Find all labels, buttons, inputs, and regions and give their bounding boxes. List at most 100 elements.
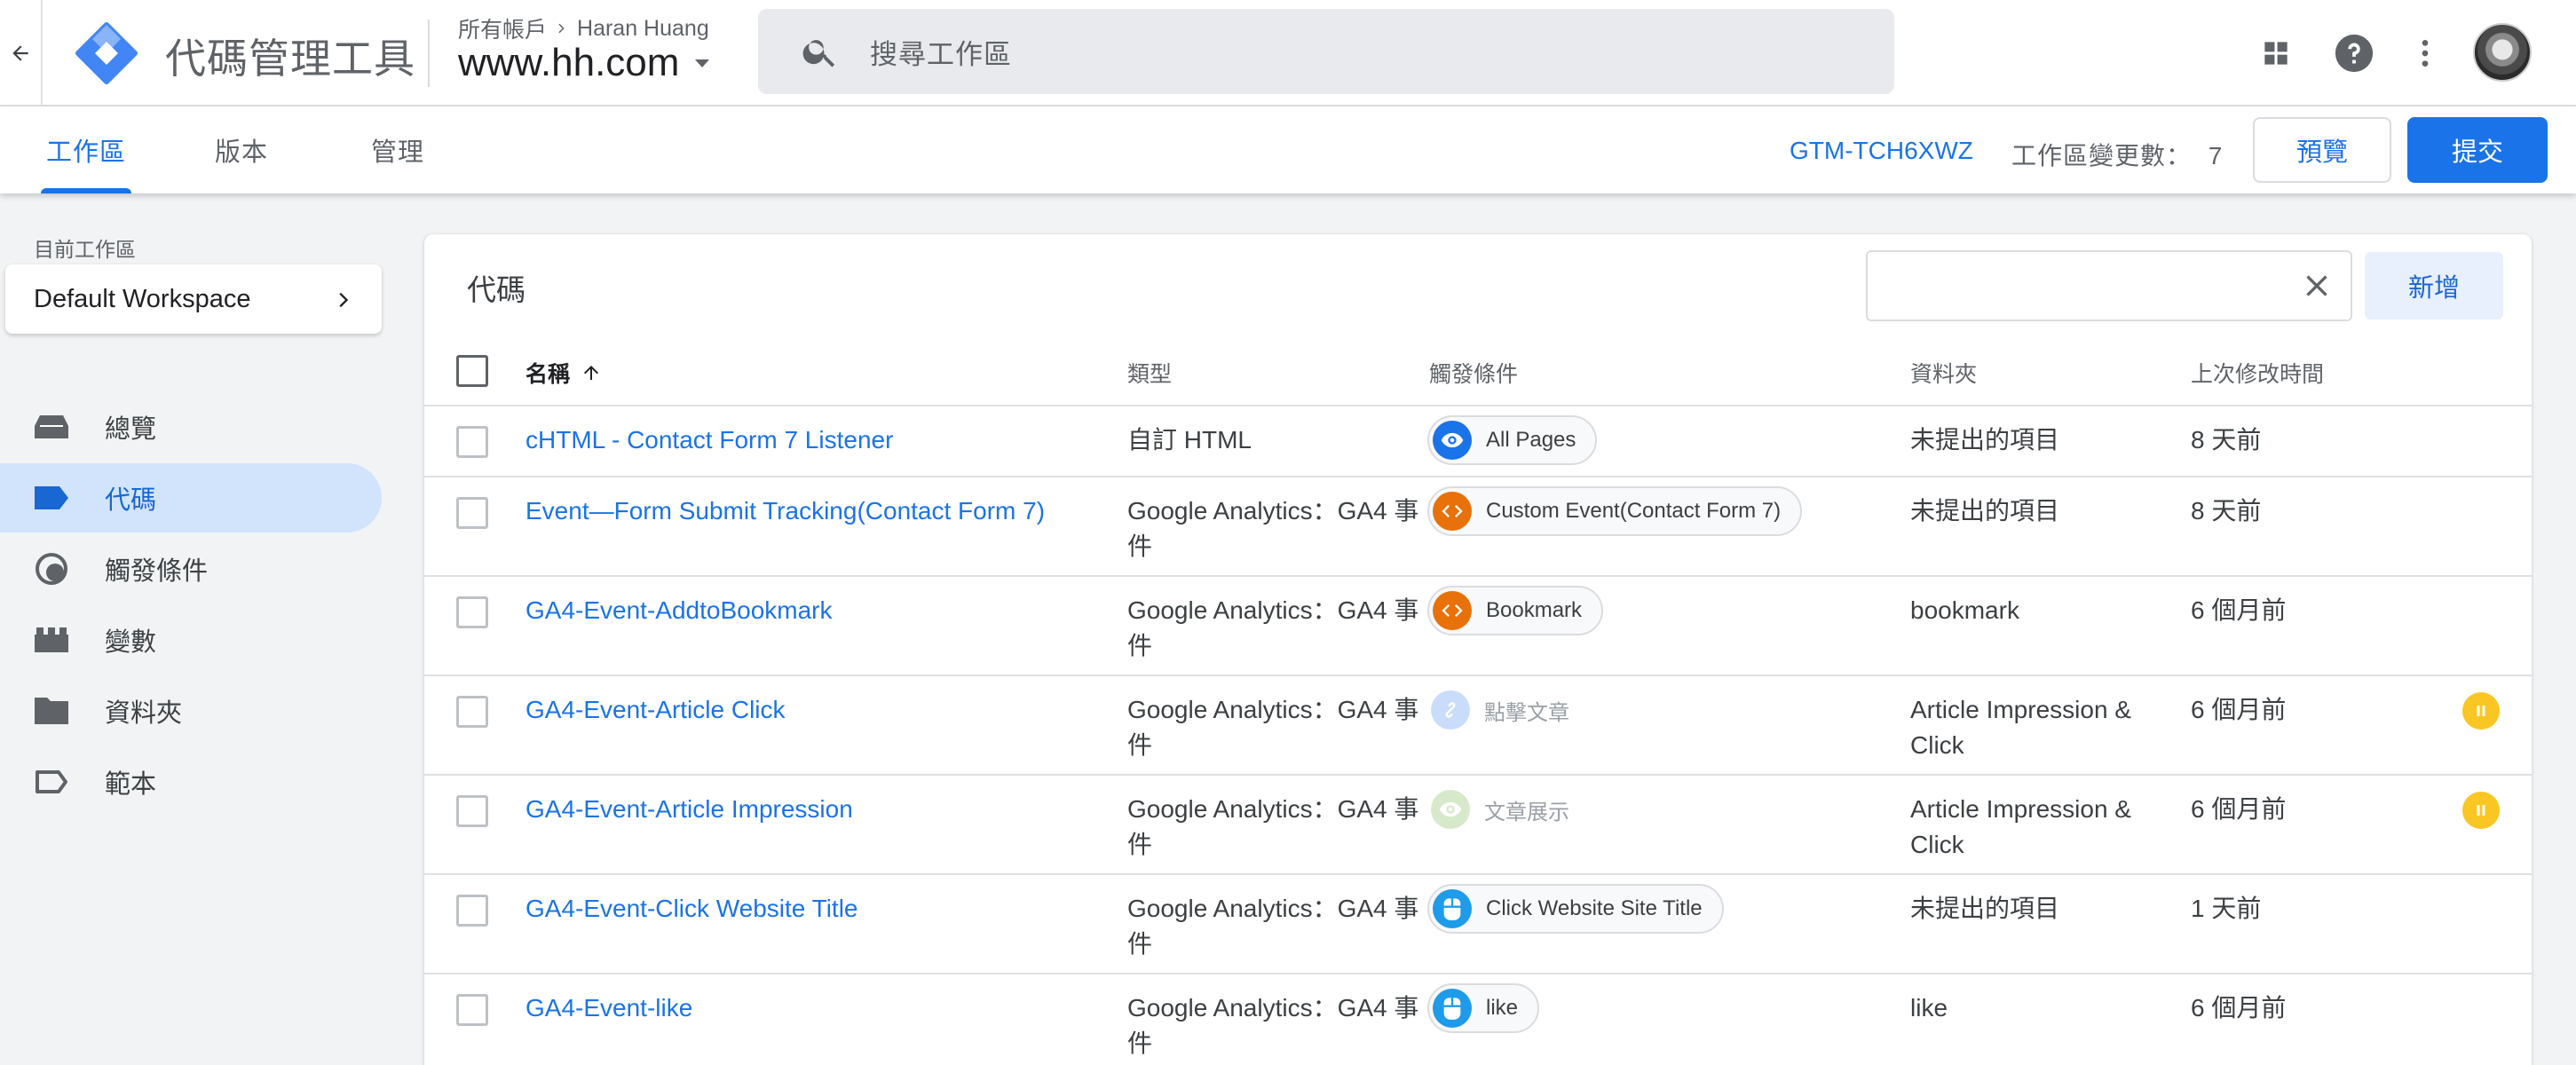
variables-icon: [34, 622, 69, 658]
tag-icon: [34, 480, 69, 516]
column-header-modified[interactable]: 上次修改時間: [2191, 357, 2324, 389]
submit-button[interactable]: 提交: [2407, 117, 2548, 183]
tag-modified: 6 個月前: [2191, 696, 2287, 723]
tag-type: Google Analytics：GA4 事件: [1127, 994, 1419, 1057]
page-title: 代碼: [467, 273, 525, 306]
overview-icon: [34, 409, 69, 445]
divider: [424, 873, 2532, 875]
trigger-chip[interactable]: 文章展示: [1427, 785, 1589, 834]
preview-button[interactable]: 預覽: [2253, 117, 2391, 183]
trigger-chip[interactable]: Custom Event(Contact Form 7): [1427, 486, 1803, 536]
back-button[interactable]: [0, 0, 43, 106]
tags-card: 代碼 新增 名稱 類型 觸發條件 資料夾 上次修改時間 cHTML - Cont…: [424, 234, 2532, 1065]
workspace-changes: 工作區變更數： 7: [2011, 137, 2223, 172]
help-button[interactable]: [2333, 32, 2375, 75]
tag-name-link[interactable]: GA4-Event-Article Click: [525, 692, 786, 728]
search-icon: [802, 40, 835, 67]
trigger-chip[interactable]: like: [1427, 983, 1540, 1033]
link-icon: [1431, 690, 1470, 730]
workspace-name: Default Workspace: [34, 284, 251, 313]
column-header-trigger[interactable]: 觸發條件: [1429, 357, 1518, 389]
paused-badge-icon: [2462, 692, 2500, 730]
more-options-button[interactable]: [2404, 32, 2446, 75]
divider: [424, 405, 2532, 406]
tab-workspace[interactable]: 工作區: [40, 106, 132, 193]
row-checkbox[interactable]: [456, 497, 488, 529]
paused-badge-icon: [2462, 792, 2500, 829]
close-icon[interactable]: [2299, 268, 2335, 304]
eye-icon: [1433, 421, 1472, 460]
workspace-selector[interactable]: Default Workspace: [5, 264, 382, 334]
tag-type: Google Analytics：GA4 事件: [1127, 895, 1419, 958]
code-icon: [1433, 591, 1472, 630]
tag-name-link[interactable]: cHTML - Contact Form 7 Listener: [525, 422, 893, 458]
app-title: 代碼管理工具: [165, 36, 415, 82]
tag-folder: 未提出的項目: [1910, 426, 2060, 454]
sidebar-item-folders[interactable]: 資料夾: [0, 676, 382, 746]
trigger-chip[interactable]: 點擊文章: [1427, 685, 1589, 735]
folder-icon: [34, 693, 69, 729]
sidebar-item-label: 總覽: [105, 415, 157, 444]
sidebar-item-triggers[interactable]: 觸發條件: [0, 534, 382, 604]
row-checkbox[interactable]: [456, 895, 488, 927]
row-checkbox[interactable]: [456, 596, 488, 628]
divider: [428, 20, 430, 87]
top-app-bar: 代碼管理工具 所有帳戶 Haran Huang www.hh.com 搜尋工作區: [0, 0, 2576, 106]
row-checkbox[interactable]: [456, 696, 488, 728]
divider: [424, 774, 2532, 776]
column-header-name[interactable]: 名稱: [525, 357, 602, 389]
sidebar-item-overview[interactable]: 總覽: [0, 392, 382, 462]
filter-input[interactable]: [1866, 250, 2352, 321]
apps-grid-icon: [2264, 42, 2288, 65]
template-icon: [34, 764, 69, 800]
sidebar-item-tags[interactable]: 代碼: [0, 463, 382, 532]
column-header-type[interactable]: 類型: [1127, 357, 1172, 389]
trigger-chip[interactable]: Click Website Site Title: [1427, 884, 1724, 934]
tag-name-link[interactable]: GA4-Event-Article Impression: [525, 792, 853, 827]
apps-button[interactable]: [2255, 32, 2297, 75]
user-avatar[interactable]: [2473, 23, 2532, 82]
row-checkbox[interactable]: [456, 795, 488, 827]
tag-modified: 8 天前: [2191, 497, 2262, 525]
container-id[interactable]: GTM-TCH6XWZ: [1790, 137, 1973, 165]
tag-folder: Article Impression & Click: [1910, 696, 2131, 759]
tab-versions[interactable]: 版本: [215, 106, 268, 193]
breadcrumb-account[interactable]: Haran Huang: [577, 16, 709, 42]
sidebar-item-label: 觸發條件: [105, 557, 209, 586]
row-checkbox[interactable]: [456, 426, 488, 458]
more-vert-icon: [2422, 40, 2429, 67]
trigger-chip[interactable]: All Pages: [1427, 415, 1598, 465]
gtm-logo-icon: [75, 22, 138, 84]
select-all-checkbox[interactable]: [456, 355, 488, 387]
arrow-upward-icon: [584, 366, 599, 380]
mouse-icon: [1433, 989, 1472, 1028]
tab-admin[interactable]: 管理: [371, 106, 424, 193]
tag-folder: like: [1910, 994, 1948, 1022]
sidebar-item-variables[interactable]: 變數: [0, 605, 382, 674]
mouse-icon: [1433, 889, 1472, 928]
trigger-chip-label: Click Website Site Title: [1486, 896, 1703, 920]
trigger-chip-label: All Pages: [1486, 428, 1576, 452]
tag-name-link[interactable]: GA4-Event-like: [525, 990, 692, 1026]
container-selector[interactable]: www.hh.com: [458, 41, 713, 85]
column-header-folder[interactable]: 資料夾: [1910, 357, 1977, 389]
sidebar-item-templates[interactable]: 範本: [0, 747, 382, 816]
tag-type: Google Analytics：GA4 事件: [1127, 596, 1419, 659]
search-bar[interactable]: 搜尋工作區: [758, 9, 1894, 94]
tag-name-link[interactable]: Event—Form Submit Tracking(Contact Form …: [525, 493, 1045, 529]
tag-modified: 6 個月前: [2191, 596, 2287, 624]
tag-modified: 6 個月前: [2191, 795, 2287, 823]
tag-name-link[interactable]: GA4-Event-AddtoBookmark: [525, 593, 833, 628]
new-tag-button[interactable]: 新增: [2365, 252, 2503, 320]
trigger-chip-label: 點擊文章: [1484, 700, 1569, 725]
row-checkbox[interactable]: [456, 994, 488, 1026]
breadcrumb[interactable]: 所有帳戶 Haran Huang: [458, 12, 709, 44]
divider: [424, 575, 2532, 577]
workspace-changes-label: 工作區變更數：: [2011, 142, 2193, 170]
breadcrumb-accounts[interactable]: 所有帳戶: [458, 12, 547, 44]
trigger-chip[interactable]: Bookmark: [1427, 586, 1604, 635]
tag-name-link[interactable]: GA4-Event-Click Website Title: [525, 891, 858, 927]
tag-modified: 1 天前: [2191, 895, 2262, 922]
divider: [424, 973, 2532, 974]
trigger-icon: [34, 551, 69, 587]
